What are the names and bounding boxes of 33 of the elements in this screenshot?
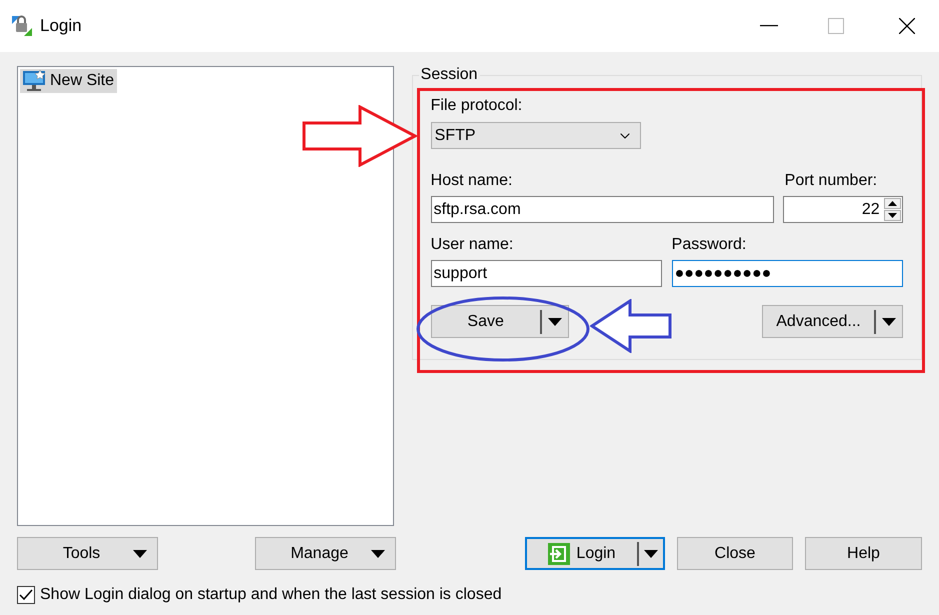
- field-label: Host name:: [430, 171, 512, 191]
- menu-button[interactable]: Manage: [255, 537, 396, 570]
- checkbox[interactable]: [17, 586, 35, 604]
- field-label: File protocol:: [430, 96, 522, 116]
- protocol-dropdown[interactable]: SFTP: [430, 122, 641, 149]
- monitor-icon: [22, 70, 46, 92]
- text-field[interactable]: support: [430, 260, 662, 287]
- app-icon: [10, 14, 34, 38]
- text-field[interactable]: ●●●●●●●●●●: [672, 260, 903, 287]
- field-label: User name:: [430, 235, 514, 255]
- login-icon: [548, 542, 570, 564]
- spin-arrows-icon: [884, 198, 901, 221]
- dropdown-arrow-icon: [548, 318, 562, 326]
- dropdown-arrow-icon: [882, 318, 896, 326]
- dropdown-arrow-icon: [371, 550, 385, 558]
- port-spinner[interactable]: 22: [782, 196, 903, 223]
- dialog-button[interactable]: Close: [677, 537, 793, 570]
- checkmark-icon: [19, 589, 33, 601]
- dialog-button[interactable]: Help: [805, 537, 922, 570]
- text-field[interactable]: sftp.rsa.com: [430, 196, 774, 223]
- menu-button[interactable]: Tools: [17, 537, 158, 570]
- field-label: Port number:: [784, 171, 878, 191]
- split-button[interactable]: Advanced...: [762, 305, 903, 338]
- checkbox-label: Show Login dialog on startup and when the last session is closed: [40, 585, 502, 605]
- split-button[interactable]: Save: [430, 305, 569, 338]
- window-title: Login: [40, 15, 82, 38]
- dropdown-arrow-icon: [133, 550, 147, 558]
- login-button[interactable]: Login: [525, 537, 665, 570]
- tree-item[interactable]: New Site: [20, 69, 118, 93]
- close-icon[interactable]: [899, 18, 915, 34]
- field-label: Password:: [672, 235, 746, 255]
- dropdown-arrow-icon: [644, 550, 658, 558]
- minimize-icon[interactable]: [760, 25, 778, 27]
